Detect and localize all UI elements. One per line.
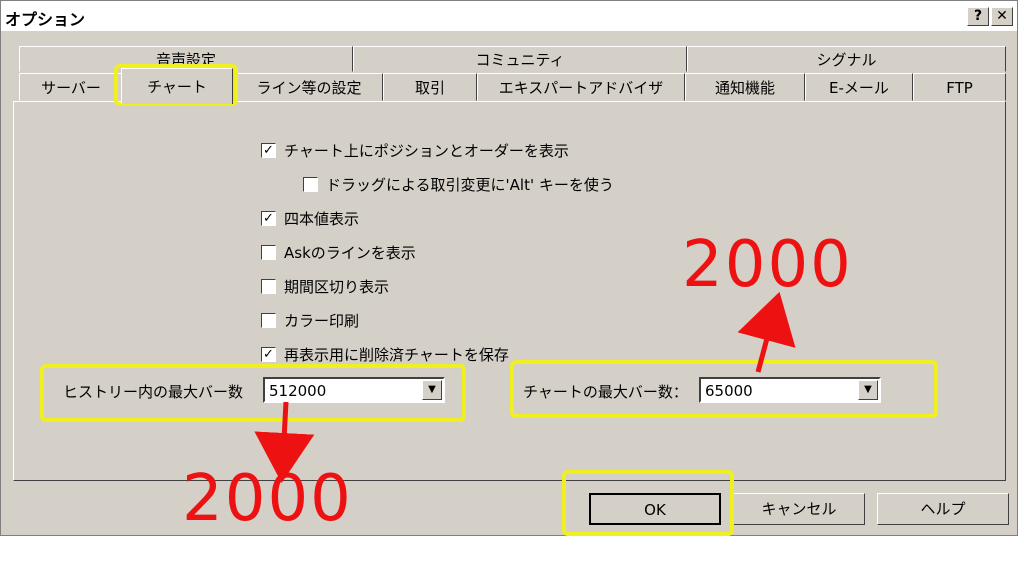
- cancel-button[interactable]: キャンセル: [733, 493, 865, 525]
- close-icon[interactable]: ✕: [991, 7, 1013, 26]
- checkbox-label: Askのラインを表示: [284, 244, 416, 262]
- tab-signals[interactable]: シグナル: [687, 46, 1006, 72]
- tab-trade[interactable]: 取引: [383, 73, 477, 101]
- checkbox-alt-drag-trade[interactable]: ドラッグによる取引変更に'Alt' キーを使う: [303, 174, 614, 195]
- checkbox-label: チャート上にポジションとオーダーを表示: [284, 142, 569, 160]
- chart-max-bars-select[interactable]: 65000 ▼: [699, 377, 881, 403]
- options-dialog: オプション ? ✕ 音声設定 コミュニティ シグナル サーバー チャート ライン…: [0, 0, 1018, 536]
- checkbox-show-ask-line[interactable]: Askのラインを表示: [261, 242, 416, 263]
- chart-max-bars-label: チャートの最大バー数：: [523, 383, 688, 401]
- help-icon[interactable]: ?: [967, 7, 989, 26]
- checkbox-icon[interactable]: [303, 177, 318, 192]
- checkbox-color-print[interactable]: カラー印刷: [261, 310, 359, 331]
- ok-button[interactable]: OK: [589, 493, 721, 525]
- checkbox-icon[interactable]: ✓: [261, 211, 276, 226]
- tab-notifications[interactable]: 通知機能: [685, 73, 805, 101]
- tab-ftp[interactable]: FTP: [913, 73, 1006, 101]
- chevron-down-icon[interactable]: ▼: [858, 380, 878, 400]
- checkbox-icon[interactable]: [261, 279, 276, 294]
- checkbox-label: ドラッグによる取引変更に'Alt' キーを使う: [326, 176, 614, 194]
- help-button[interactable]: ヘルプ: [877, 493, 1009, 525]
- history-max-bars-select[interactable]: 512000 ▼: [263, 377, 445, 403]
- checkbox-label: 期間区切り表示: [284, 278, 390, 296]
- checkbox-period-separators[interactable]: 期間区切り表示: [261, 276, 389, 297]
- checkbox-show-positions-orders[interactable]: ✓ チャート上にポジションとオーダーを表示: [261, 140, 569, 161]
- chart-max-bars-value: 65000: [705, 382, 753, 400]
- chevron-down-icon[interactable]: ▼: [422, 380, 442, 400]
- checkbox-icon[interactable]: [261, 245, 276, 260]
- tab-community[interactable]: コミュニティ: [353, 46, 687, 72]
- checkbox-icon[interactable]: ✓: [261, 347, 276, 362]
- tab-expert-advisors[interactable]: エキスパートアドバイザ: [477, 73, 685, 101]
- tab-chart[interactable]: チャート: [121, 68, 233, 104]
- tab-email[interactable]: E-メール: [805, 73, 913, 101]
- window-title: オプション: [5, 10, 86, 29]
- checkbox-label: カラー印刷: [284, 312, 360, 330]
- annotation-chart-2000: 2000: [682, 228, 853, 302]
- annotation-history-2000: 2000: [182, 462, 353, 536]
- history-max-bars-label: ヒストリー内の最大バー数: [63, 383, 244, 401]
- checkbox-save-deleted-charts[interactable]: ✓ 再表示用に削除済チャートを保存: [261, 344, 509, 365]
- checkbox-label: 四本値表示: [284, 210, 360, 228]
- checkbox-icon[interactable]: [261, 313, 276, 328]
- checkbox-label: 再表示用に削除済チャートを保存: [284, 346, 509, 364]
- title-bar: オプション ? ✕: [1, 1, 1017, 31]
- history-max-bars-value: 512000: [269, 382, 327, 400]
- checkbox-show-ohlc[interactable]: ✓ 四本値表示: [261, 208, 359, 229]
- tab-line-settings[interactable]: ライン等の設定: [235, 73, 383, 101]
- tab-server[interactable]: サーバー: [19, 73, 123, 101]
- checkbox-icon[interactable]: ✓: [261, 143, 276, 158]
